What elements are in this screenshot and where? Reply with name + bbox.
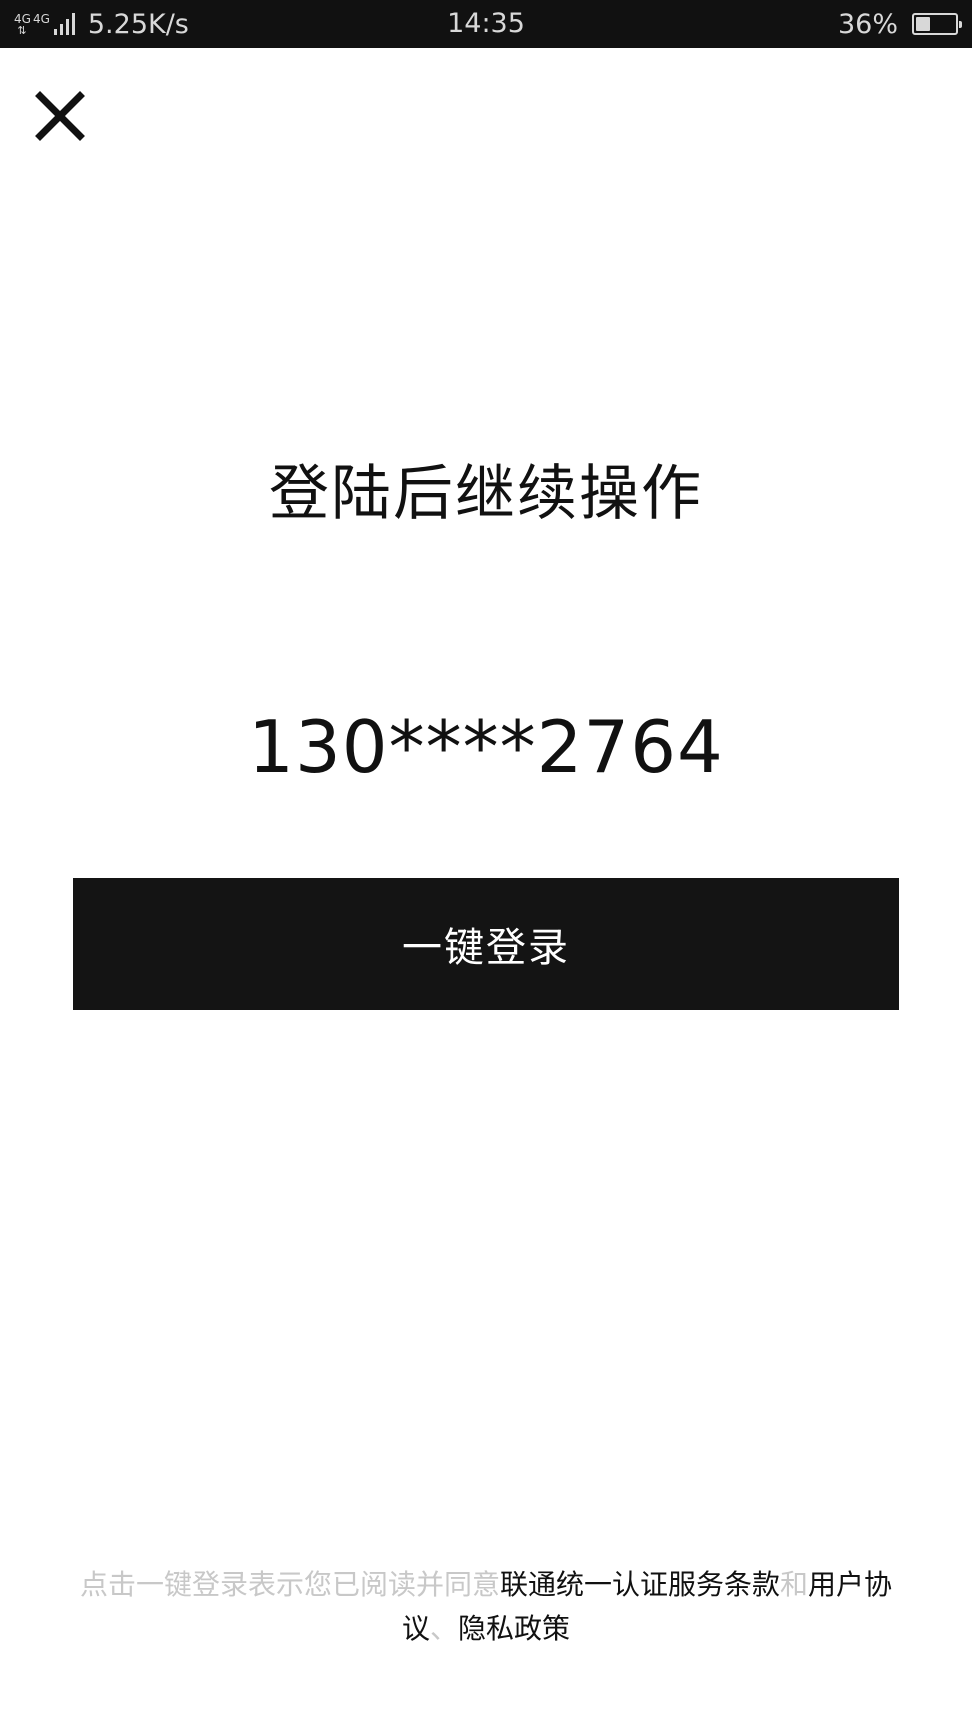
agreement-notice: 点击一键登录表示您已阅读并同意联通统一认证服务条款和用户协议、隐私政策 (68, 1563, 904, 1651)
agreement-separator: 、 (429, 1612, 458, 1645)
agreement-and: 和 (780, 1568, 809, 1601)
close-button[interactable] (30, 86, 90, 146)
page-title: 登陆后继续操作 (269, 459, 703, 529)
battery-icon (912, 13, 962, 35)
status-right: 36% (837, 0, 962, 48)
status-time: 14:35 (447, 8, 525, 39)
privacy-policy-link[interactable]: 隐私政策 (458, 1612, 570, 1645)
login-page: 4G ⇅ 4G 5.25K/s 14:35 36% 登陆后继续操作 130***… (0, 0, 972, 1728)
battery-percent: 36% (837, 8, 898, 40)
battery-tip (959, 21, 962, 28)
close-icon (35, 91, 85, 141)
masked-phone-number: 130****2764 (248, 705, 724, 789)
terms-link[interactable]: 联通统一认证服务条款 (500, 1568, 780, 1601)
agreement-prefix: 点击一键登录表示您已阅读并同意 (79, 1568, 500, 1601)
battery-fill (916, 17, 930, 31)
one-click-login-button[interactable]: 一键登录 (73, 878, 899, 1010)
status-bar: 4G ⇅ 4G 5.25K/s 14:35 36% (0, 0, 972, 48)
